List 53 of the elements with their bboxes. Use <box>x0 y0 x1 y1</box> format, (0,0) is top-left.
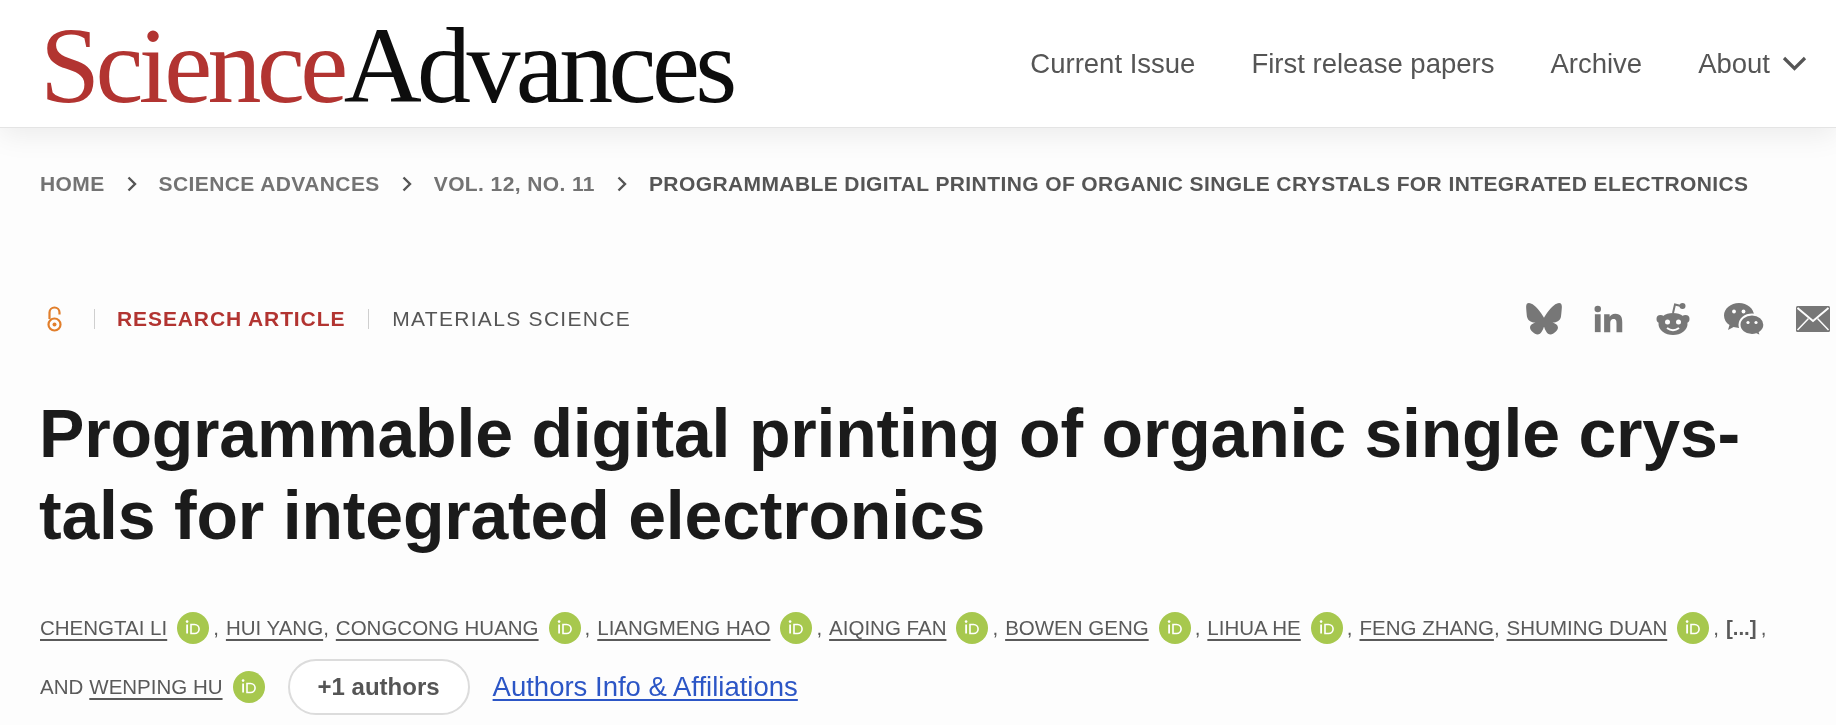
chevron-right-icon <box>126 176 137 192</box>
orcid-icon[interactable] <box>1158 612 1191 644</box>
chevron-right-icon <box>401 176 412 192</box>
nav-link[interactable]: About <box>1698 47 1807 80</box>
breadcrumb-item[interactable]: HOME <box>40 172 105 196</box>
author-name-link[interactable]: LIHUA HE <box>1207 616 1301 640</box>
orcid-icon[interactable] <box>177 612 210 644</box>
comma: , <box>992 616 999 640</box>
envelope-icon[interactable] <box>1796 306 1830 332</box>
author-name-link[interactable]: LIANGMENG HAO <box>597 616 771 640</box>
more-authors-button[interactable]: +1 authors <box>287 659 470 715</box>
orcid-icon[interactable] <box>232 671 265 703</box>
orcid-icon[interactable] <box>1310 612 1343 644</box>
nav-link[interactable]: Current Issue <box>1030 47 1196 80</box>
orcid-icon[interactable] <box>1677 612 1710 644</box>
author-name-link[interactable]: WENPING HU <box>89 675 223 699</box>
nav-link[interactable]: First release papers <box>1251 47 1495 80</box>
author-name-link[interactable]: SHUMING DUAN <box>1506 616 1668 640</box>
orcid-icon[interactable] <box>956 612 989 644</box>
butterfly-icon[interactable] <box>1526 303 1562 335</box>
author-name-link[interactable]: AIQING FAN <box>829 616 947 640</box>
comma: , <box>584 616 591 640</box>
author-name-link[interactable]: HUI YANG <box>225 616 324 640</box>
linkedin-icon[interactable] <box>1593 304 1623 334</box>
comma: , <box>1493 616 1500 640</box>
subject-category: MATERIALS SCIENCE <box>392 307 632 331</box>
comma: , <box>1346 616 1353 640</box>
author-name-link[interactable]: FENG ZHANG <box>1359 616 1494 640</box>
affiliations-link[interactable]: Authors Info & Affiliations <box>492 671 798 703</box>
comma: , <box>1194 616 1201 640</box>
comma: , <box>816 616 823 640</box>
article-title: Programmable digital printing of organic single crys-tals for integrated electronics <box>38 394 1742 555</box>
article-type: RESEARCH ARTICLE <box>117 307 346 331</box>
author-name-link[interactable]: BOWEN GENG <box>1005 616 1149 640</box>
reddit-icon[interactable] <box>1654 301 1692 337</box>
breadcrumb-item[interactable]: SCIENCE ADVANCES <box>158 172 380 196</box>
author-conjunction: AND <box>40 675 84 699</box>
show-all-authors-link[interactable]: [...] <box>1725 616 1757 640</box>
author-name-link[interactable]: CHENGTAI LI <box>40 616 168 640</box>
breadcrumb-current-page: PROGRAMMABLE DIGITAL PRINTING OF ORGANIC SINGLE CRYSTALS FOR INTEGRATED ELECTRONICS <box>648 172 1749 196</box>
chat-bubbles-icon[interactable] <box>1723 302 1765 336</box>
caret-icon <box>1782 56 1807 71</box>
site-logo[interactable]: ScienceAdvances <box>40 11 733 120</box>
breadcrumb-item[interactable]: VOL. 12, NO. 11 <box>433 172 595 196</box>
comma: , <box>323 616 329 640</box>
author-name-link[interactable]: CONGCONG HUANG <box>335 616 539 640</box>
comma: , <box>1713 616 1719 640</box>
nav-link[interactable]: Archive <box>1550 47 1643 80</box>
chevron-right-icon <box>616 176 627 192</box>
orcid-icon[interactable] <box>780 612 813 644</box>
orcid-icon[interactable] <box>548 612 581 644</box>
comma: , <box>1760 616 1767 640</box>
comma: , <box>213 616 219 640</box>
